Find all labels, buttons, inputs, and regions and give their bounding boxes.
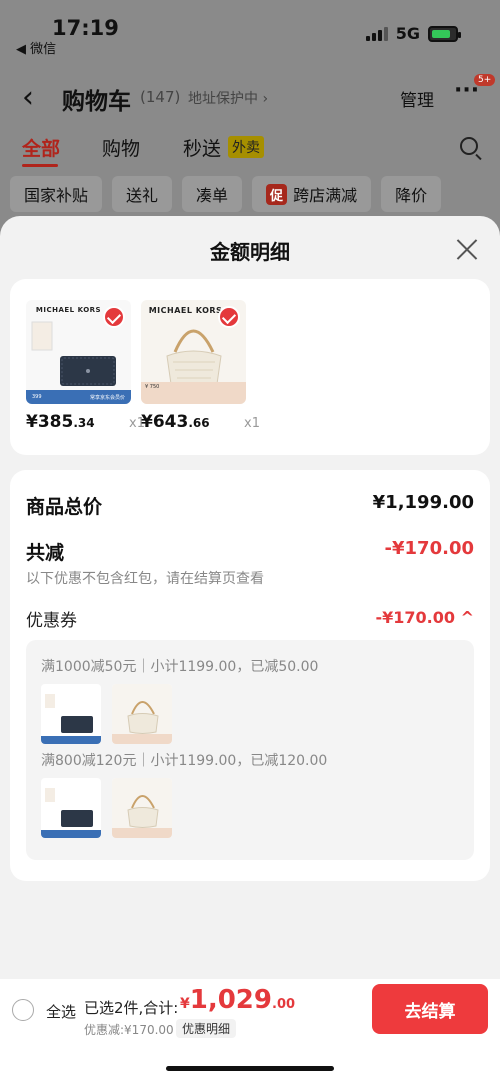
close-icon[interactable] — [456, 238, 478, 260]
coupon-product-bag — [112, 778, 172, 838]
network-label: 5G — [395, 24, 420, 43]
home-indicator — [166, 1066, 334, 1071]
total-value: ¥1,199.00 — [372, 492, 474, 513]
product-price: ¥643.66 — [141, 412, 210, 432]
price-summary-card: 商品总价 ¥1,199.00 共减 -¥170.00 以下优惠不包含红包，请在结… — [10, 470, 490, 881]
status-bar: 17:19 ◀ 微信 5G — [0, 14, 500, 57]
tab-flash-delivery[interactable]: 秒送 — [183, 134, 221, 161]
chip-national-subsidy[interactable]: 国家补贴 — [10, 176, 103, 212]
amount-detail-sheet: 金额明细 MICHAEL KORS 399 常享京东会员价 ¥385.34 x1… — [0, 216, 500, 1083]
coupon-rule-2: 满800减120元｜小计1199.00，已减120.00 — [41, 753, 328, 769]
coupon-rule-1: 满1000减50元｜小计1199.00，已减50.00 — [41, 659, 319, 675]
address-protection-link[interactable]: 地址保护中 › — [188, 88, 268, 108]
cart-nav-bar: ‹ 购物车 (147) 地址保护中 › 管理 ··· 5+ — [0, 74, 500, 118]
selected-products-card: MICHAEL KORS 399 常享京东会员价 ¥385.34 x1 MICH… — [10, 279, 490, 455]
promo-icon: 促 — [266, 183, 288, 205]
checkout-bar: 全选 已选2件,合计: ¥1,029.00 优惠减:¥170.00 优惠明细 去… — [0, 979, 500, 1083]
battery-icon — [428, 25, 461, 42]
product-qty: x1 — [244, 416, 260, 431]
signal-icon — [365, 26, 388, 41]
cart-page-background: 17:19 ◀ 微信 5G ‹ 购物车 (147) 地址保护中 › 管理 ···… — [0, 0, 500, 240]
selected-check-icon[interactable] — [103, 306, 125, 328]
coupon-label: 优惠券 — [26, 611, 77, 631]
back-chevron-icon[interactable]: ‹ — [22, 80, 34, 115]
page-title: 购物车 — [62, 89, 131, 115]
coupon-product-wallet — [41, 778, 101, 838]
status-time: 17:19 — [52, 16, 119, 40]
manage-button[interactable]: 管理 — [400, 86, 434, 111]
coupon-value-toggle[interactable]: -¥170.00 ^ — [376, 608, 475, 627]
discount-summary: 优惠减:¥170.00 — [84, 1023, 174, 1037]
product-thumbnail: MICHAEL KORS ¥ 750 — [141, 300, 246, 404]
total-price: ¥1,029.00 — [180, 985, 296, 1015]
coupon-product-bag — [112, 684, 172, 744]
select-all-label[interactable]: 全选 — [46, 1001, 76, 1022]
discount-label: 共减 — [26, 542, 65, 564]
bag-price-bar: ¥ 750 — [141, 382, 246, 404]
coupon-detail-box: 满1000减50元｜小计1199.00，已减50.00 满800减120元｜小计… — [26, 640, 474, 860]
status-right: 5G — [365, 24, 461, 43]
chip-price-drop[interactable]: 降价 — [381, 176, 442, 212]
selected-check-icon[interactable] — [218, 306, 240, 328]
chip-gift[interactable]: 送礼 — [112, 176, 173, 212]
wallet-price-bar: 399 常享京东会员价 — [26, 390, 131, 404]
tab-shopping[interactable]: 购物 — [102, 134, 140, 161]
product-item[interactable]: MICHAEL KORS ¥ 750 ¥643.66 x1 — [141, 300, 260, 432]
discount-detail-button[interactable]: 优惠明细 — [176, 1019, 237, 1038]
product-item[interactable]: MICHAEL KORS 399 常享京东会员价 ¥385.34 x1 — [26, 300, 145, 432]
message-badge: 5+ — [474, 74, 496, 86]
checkout-button[interactable]: 去结算 — [372, 984, 488, 1034]
back-to-app-link[interactable]: ◀ 微信 — [16, 38, 56, 57]
chip-cross-store-discount[interactable]: 促 跨店满减 — [252, 176, 372, 212]
product-price: ¥385.34 — [26, 412, 95, 432]
coupon-product-wallet — [41, 684, 101, 744]
cart-tabs: 全部 购物 秒送 外卖 — [0, 134, 500, 167]
takeout-badge: 外卖 — [228, 136, 264, 158]
select-all-radio[interactable] — [12, 999, 34, 1021]
sheet-title: 金额明细 — [210, 240, 290, 264]
product-price-row: ¥385.34 x1 — [26, 412, 145, 432]
discount-note: 以下优惠不包含红包，请在结算页查看 — [26, 571, 264, 587]
product-thumbnail: MICHAEL KORS 399 常享京东会员价 — [26, 300, 131, 404]
chip-add-on[interactable]: 凑单 — [182, 176, 243, 212]
product-price-row: ¥643.66 x1 — [141, 412, 260, 432]
discount-value: -¥170.00 — [384, 538, 474, 559]
selected-info: 已选2件,合计: — [84, 999, 179, 1017]
filter-chips: 国家补贴 送礼 凑单 促 跨店满减 降价 — [10, 176, 442, 212]
cart-count: (147) — [140, 88, 181, 106]
tab-all[interactable]: 全部 — [22, 134, 60, 167]
search-icon[interactable] — [460, 137, 478, 155]
total-label: 商品总价 — [26, 496, 103, 518]
